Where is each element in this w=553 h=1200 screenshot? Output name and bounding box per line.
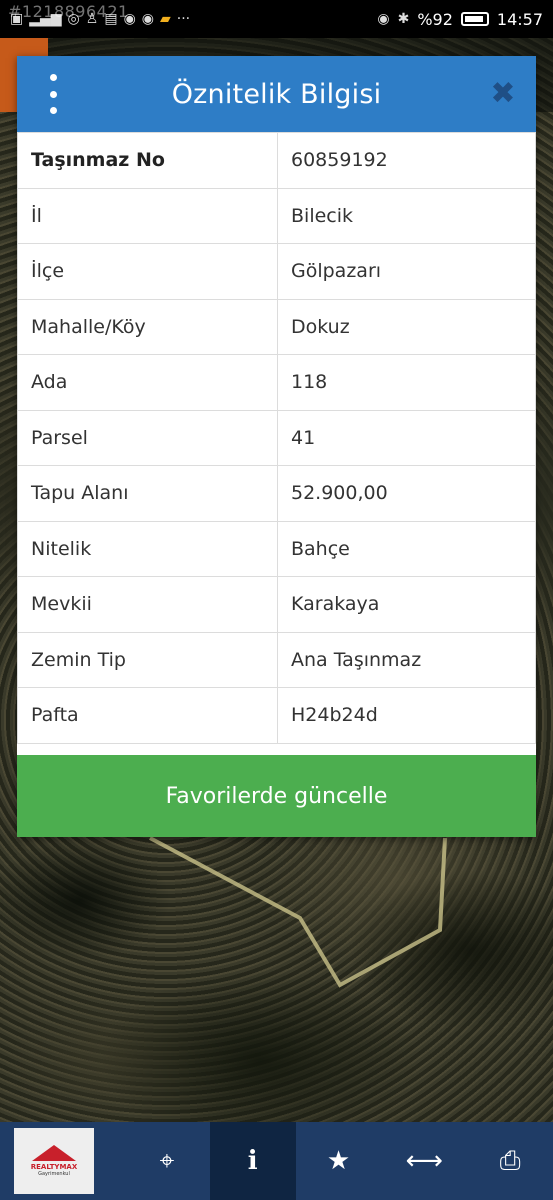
print-icon[interactable]: ⎙	[467, 1122, 553, 1200]
attribute-value: Dokuz	[277, 298, 536, 355]
table-row: İl Bilecik	[17, 187, 536, 244]
chrome-icon: ◉	[141, 11, 154, 27]
close-icon[interactable]: ✖	[488, 76, 518, 112]
table-row: Zemin Tip Ana Taşınmaz	[17, 631, 536, 688]
status-bar: ▣ ▂▄▆ ◎ ♙ ▤ ◉ ◉ ▰ ··· ◉ ✱ %92 14:57 #121…	[0, 0, 553, 38]
battery-percent: %92	[417, 9, 453, 29]
more-icon: ···	[176, 11, 191, 27]
update-favorites-button[interactable]: Favorilerde güncelle	[17, 755, 536, 837]
attribute-key: Tapu Alanı	[17, 465, 278, 522]
logo-sub: Gayrimenkul	[38, 1171, 70, 1177]
attribute-value: Ana Taşınmaz	[277, 631, 536, 688]
attribute-key: İlçe	[17, 243, 278, 300]
battery-icon	[460, 12, 489, 26]
bluetooth-icon: ✱	[397, 11, 410, 27]
attribute-key: Nitelik	[17, 520, 278, 577]
attribute-value: 41	[277, 409, 536, 466]
table-row: Parsel 41	[17, 409, 536, 466]
table-row: İlçe Gölpazarı	[17, 243, 536, 300]
table-row: Ada 118	[17, 354, 536, 411]
table-row: Mahalle/Köy Dokuz	[17, 298, 536, 355]
clock: 14:57	[496, 9, 543, 29]
locate-icon[interactable]: ⌖	[124, 1122, 210, 1200]
attribute-key: Mevkii	[17, 576, 278, 633]
attribute-value: Gölpazarı	[277, 243, 536, 300]
info-icon[interactable]: i	[209, 1122, 296, 1200]
attribute-key: Zemin Tip	[17, 631, 278, 688]
attribute-value: 52.900,00	[277, 465, 536, 522]
attribute-value: Bahçe	[277, 520, 536, 577]
attribute-value: 118	[277, 354, 536, 411]
eye-icon: ◉	[377, 11, 390, 27]
attribute-key: Taşınmaz No	[17, 132, 278, 189]
attribute-key: Pafta	[17, 687, 278, 744]
kebab-menu-icon[interactable]	[45, 74, 61, 114]
attribute-key: Mahalle/Köy	[17, 298, 278, 355]
star-icon[interactable]: ★	[296, 1122, 382, 1200]
table-row: Mevkii Karakaya	[17, 576, 536, 633]
realtymax-logo: REALTYMAX Gayrimenkul	[14, 1128, 94, 1194]
attribute-value: H24b24d	[277, 687, 536, 744]
table-row: Nitelik Bahçe	[17, 520, 536, 577]
attribute-key: Ada	[17, 354, 278, 411]
attribute-value: 60859192	[277, 132, 536, 189]
attribute-key: İl	[17, 187, 278, 244]
attribute-table: Taşınmaz No 60859192 İl Bilecik İlçe Gölpazar…	[17, 132, 536, 744]
measure-icon[interactable]: ⟷	[381, 1122, 467, 1200]
table-row: Tapu Alanı 52.900,00	[17, 465, 536, 522]
attribute-value: Karakaya	[277, 576, 536, 633]
watermark-id: #1218896421	[8, 2, 129, 21]
attribute-dialog: Öznitelik Bilgisi ✖ Taşınmaz No 60859192 İ…	[17, 56, 536, 837]
attribute-value: Bilecik	[277, 187, 536, 244]
logo-text: REALTYMAX	[30, 1163, 78, 1171]
bottom-toolbar: REALTYMAX Gayrimenkul ⌖ i ★ ⟷ ⎙	[0, 1122, 553, 1200]
taxi-icon: ▰	[160, 11, 171, 27]
dialog-title: Öznitelik Bilgisi	[171, 78, 382, 110]
dialog-header: Öznitelik Bilgisi ✖	[17, 56, 536, 132]
table-row: Pafta H24b24d	[17, 687, 536, 744]
table-row: Taşınmaz No 60859192	[17, 132, 536, 189]
attribute-key: Parsel	[17, 409, 278, 466]
